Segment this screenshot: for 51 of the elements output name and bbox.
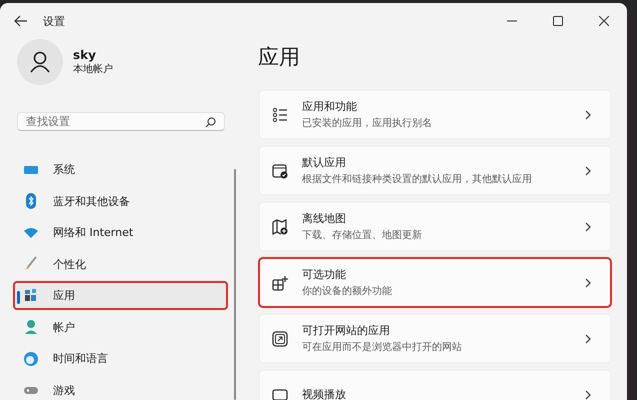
account-icon bbox=[23, 319, 39, 335]
list-icon bbox=[272, 106, 288, 122]
settings-card[interactable]: 默认应用 根据文件和链接种类设置的默认应用，其他默认应用 bbox=[258, 145, 612, 196]
sidebar-item[interactable]: 帐户 bbox=[13, 312, 228, 342]
card-title: 可打开网站的应用 bbox=[302, 323, 391, 338]
card-title: 应用和功能 bbox=[302, 99, 358, 114]
card-subtitle: 你的设备的额外功能 bbox=[302, 284, 393, 298]
settings-card[interactable]: 视频播放 bbox=[258, 369, 612, 400]
chevron-icon bbox=[585, 166, 592, 176]
maximize-icon bbox=[553, 16, 563, 26]
scrollbar[interactable] bbox=[234, 169, 236, 400]
card-title: 默认应用 bbox=[302, 155, 347, 170]
bluetooth-icon bbox=[23, 193, 39, 209]
card-subtitle: 已安装的应用，应用执行别名 bbox=[302, 116, 433, 130]
card-title: 视频播放 bbox=[302, 387, 347, 400]
selection-indicator bbox=[17, 291, 20, 304]
chevron-icon bbox=[585, 222, 592, 232]
video-icon bbox=[272, 386, 288, 400]
close-icon bbox=[599, 16, 609, 26]
sidebar-item[interactable]: 网络和 Internet bbox=[13, 218, 228, 247]
card-title: 离线地图 bbox=[302, 211, 347, 226]
card-subtitle: 下载、存储位置、地图更新 bbox=[302, 228, 423, 242]
chevron-icon bbox=[585, 334, 592, 344]
sidebar-item[interactable]: 个性化 bbox=[13, 250, 228, 278]
card-subtitle: 根据文件和链接种类设置的默认应用，其他默认应用 bbox=[302, 172, 533, 186]
settings-card[interactable]: 离线地图 下载、存储位置、地图更新 bbox=[258, 201, 612, 252]
settings-card[interactable]: 可选功能 你的设备的额外功能 bbox=[258, 257, 612, 308]
search-field[interactable]: 查找设置 bbox=[17, 112, 225, 131]
back-arrow-icon[interactable] bbox=[14, 15, 28, 27]
sidebar-item[interactable]: 游戏 bbox=[13, 376, 228, 400]
account-type: 本地帐户 bbox=[73, 62, 113, 76]
sidebar-item[interactable]: 系统 bbox=[13, 155, 228, 184]
map-icon bbox=[272, 218, 288, 234]
settings-card[interactable]: 可打开网站的应用 可在应用而不是浏览器中打开的网站 bbox=[258, 313, 612, 364]
website-icon bbox=[272, 330, 288, 346]
settings-card[interactable]: 应用和功能 已安装的应用，应用执行别名 bbox=[258, 89, 612, 140]
chevron-icon bbox=[585, 278, 592, 288]
window-title: 设置 bbox=[43, 14, 65, 28]
brush-icon bbox=[23, 256, 39, 272]
sidebar-item[interactable]: 时间和语言 bbox=[13, 344, 228, 373]
sidebar-item[interactable]: 蓝牙和其他设备 bbox=[13, 186, 228, 216]
search-icon bbox=[205, 117, 216, 128]
page-title: 应用 bbox=[258, 44, 301, 71]
avatar bbox=[17, 39, 63, 85]
card-subtitle: 可在应用而不是浏览器中打开的网站 bbox=[302, 340, 463, 354]
sidebar-item[interactable]: 应用 bbox=[13, 281, 228, 310]
chevron-icon bbox=[585, 110, 592, 120]
apps-icon bbox=[23, 288, 39, 304]
user-name: sky bbox=[73, 48, 97, 62]
card-title: 可选功能 bbox=[302, 267, 347, 282]
chevron-icon bbox=[585, 390, 592, 400]
